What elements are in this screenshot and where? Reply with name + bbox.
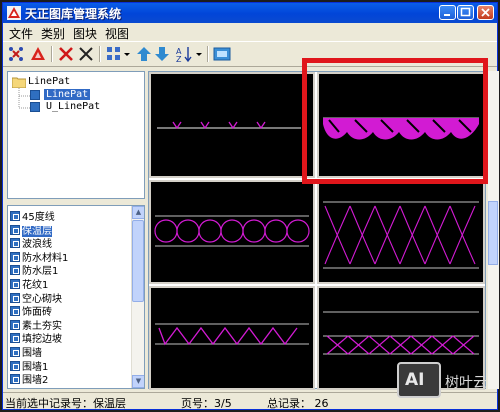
dropdown-arrow-icon[interactable] (195, 45, 203, 63)
list-item[interactable]: 围墙2 (10, 371, 49, 387)
list-item[interactable]: 饰面砖 (10, 303, 52, 318)
block-icon (10, 238, 20, 249)
app-icon (7, 6, 21, 20)
block-icon (10, 319, 20, 330)
pattern-stroke (220, 219, 244, 243)
window-title: 天正图库管理系统 (25, 7, 122, 21)
menu-block[interactable]: 图块 (73, 25, 97, 42)
view-grid-icon[interactable] (105, 45, 123, 63)
list-scrollbar[interactable]: ▲ ▼ (131, 206, 144, 388)
triangle-pattern-icon[interactable] (29, 45, 47, 63)
block-icon (10, 251, 20, 262)
tree-item-linepat[interactable]: LinePat (44, 89, 91, 100)
block-icon (10, 265, 20, 276)
preview-scrollbar[interactable] (488, 71, 499, 389)
pattern-stroke (154, 219, 178, 243)
block-icon (10, 333, 20, 344)
status-total: 总记录： 26 (267, 397, 329, 410)
scroll-thumb[interactable] (132, 220, 144, 302)
watermark-text: 树叶云 (445, 375, 487, 391)
list-item[interactable]: 填挖边坡 (10, 330, 62, 345)
scroll-down-button[interactable]: ▼ (132, 375, 144, 388)
preview-cell[interactable] (149, 72, 315, 178)
sort-icon[interactable]: A Z (175, 45, 193, 63)
minimize-button[interactable] (439, 5, 456, 20)
block-icon (10, 211, 20, 221)
block-icon (10, 279, 20, 289)
pattern-thumbnail (155, 323, 309, 346)
pattern-stroke (198, 219, 222, 243)
cut-icon[interactable] (77, 45, 95, 63)
close-icon (481, 8, 490, 17)
block-icon (10, 306, 20, 317)
pattern-stroke (176, 219, 200, 243)
preview-cell[interactable] (149, 180, 315, 284)
move-up-icon[interactable] (135, 45, 153, 63)
watermark-logo: AI (397, 362, 441, 398)
pattern-thumbnail (323, 201, 479, 269)
list-item[interactable]: 围墙1 (10, 358, 48, 373)
list-item[interactable]: 围墙 (10, 344, 42, 359)
pattern-stroke (326, 335, 475, 355)
toolbar-separator (207, 46, 209, 62)
block-icon (10, 292, 20, 303)
pattern-list[interactable]: 45度线 保温层 波浪线 防水材料1 防水层1 花纹1 空心砌块 饰面砖 素土夯实 填挖边坡 围墙围… (7, 205, 145, 389)
pattern-stroke (158, 326, 298, 346)
block-icon (10, 224, 20, 235)
scroll-up-button[interactable]: ▲ (132, 206, 144, 219)
svg-text:Z: Z (176, 55, 182, 63)
pattern-stroke (286, 219, 310, 243)
list-item[interactable]: 波浪线 (10, 235, 52, 250)
block-icon (10, 347, 20, 357)
tree-item-u-linepat[interactable]: U_LinePat (44, 101, 102, 112)
move-down-icon[interactable] (153, 45, 171, 63)
list-item[interactable]: 花纹1 (10, 276, 48, 291)
list-item[interactable]: 防水层1 (10, 262, 58, 277)
list-item[interactable]: 空心砌块 (10, 290, 62, 305)
pattern-stroke (264, 219, 288, 243)
block-icon (10, 374, 20, 385)
highlight-box (302, 58, 488, 184)
scroll-thumb[interactable] (488, 201, 498, 265)
maximize-icon (460, 7, 471, 17)
preview-cell[interactable] (317, 180, 485, 284)
block-icon (30, 102, 40, 112)
status-current: 当前选中记录号：保温层 (5, 397, 126, 410)
block-icon (30, 90, 40, 100)
menu-file[interactable]: 文件 (9, 25, 33, 42)
pattern-stroke (242, 219, 266, 243)
tree-root[interactable]: LinePat (28, 76, 70, 87)
status-page: 页号：3/5 (181, 397, 232, 410)
list-item[interactable]: 素土夯实 (10, 317, 62, 332)
list-item[interactable]: 防水材料1 (10, 249, 68, 264)
menu-category[interactable]: 类别 (41, 25, 65, 42)
menu-bar: 文件 类别 图块 视图 (3, 23, 497, 41)
watermark: AI 树叶云 (397, 362, 499, 410)
list-item[interactable]: 45度线 (10, 208, 55, 223)
pattern-thumbnail (154, 215, 310, 247)
list-item-label: 围墙2 (22, 375, 49, 387)
toolbar-separator (51, 46, 53, 62)
close-button[interactable] (477, 5, 494, 20)
toolbar-separator (99, 46, 101, 62)
multi-select-icon[interactable] (7, 45, 25, 63)
menu-view[interactable]: 视图 (105, 25, 129, 42)
folder-icon (12, 77, 26, 88)
maximize-button[interactable] (457, 5, 474, 20)
preview-cell[interactable] (149, 286, 315, 390)
title-bar[interactable]: 天正图库管理系统 (3, 3, 497, 23)
pattern-thumbnail (157, 121, 301, 130)
minimize-icon (444, 14, 450, 16)
block-icon (10, 360, 20, 371)
delete-icon[interactable] (57, 45, 75, 63)
dropdown-arrow-icon[interactable] (123, 45, 131, 63)
preview-icon[interactable] (213, 45, 231, 63)
list-item[interactable]: 保温层 (10, 222, 52, 237)
category-tree[interactable]: LinePat LinePat U_LinePat (7, 71, 145, 199)
